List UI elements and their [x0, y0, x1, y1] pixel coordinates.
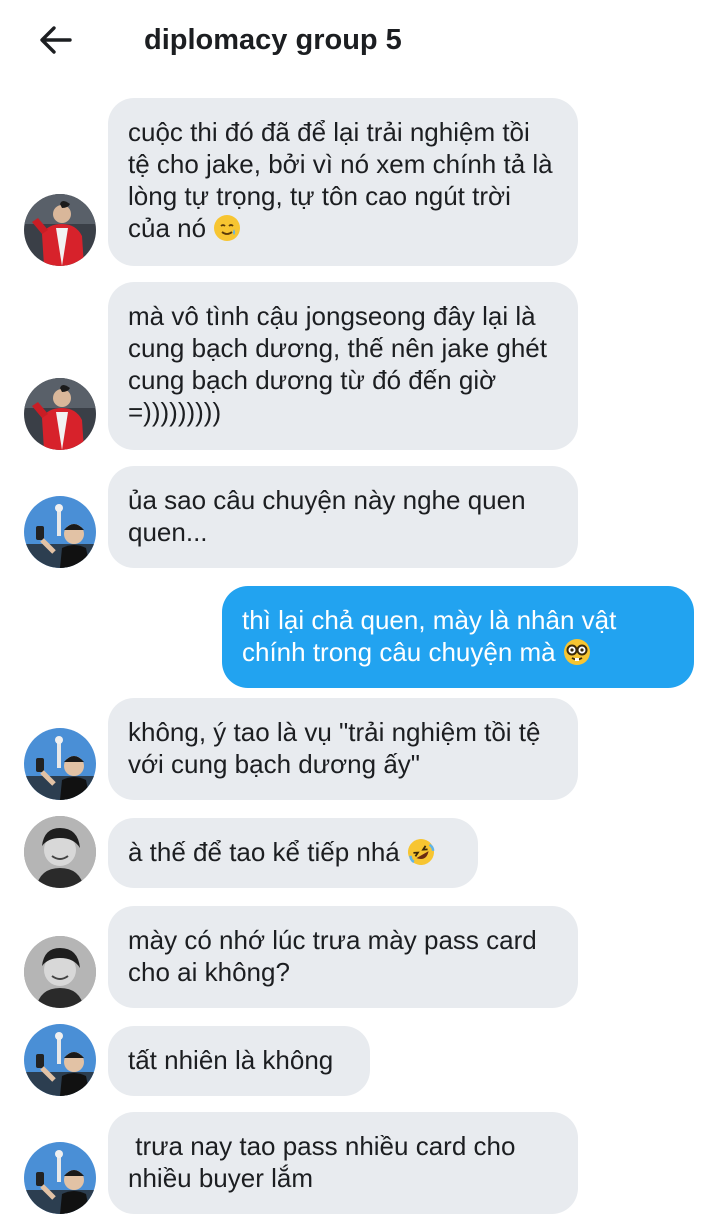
red-jacket-avatar[interactable]	[24, 378, 96, 450]
message-text: mày có nhớ lúc trưa mày pass card cho ai…	[128, 925, 544, 987]
tower-selfie-avatar[interactable]	[24, 496, 96, 568]
message-bubble[interactable]: không, ý tao là vụ "trải nghiệm tồi tệ v…	[108, 698, 578, 800]
red-jacket-avatar[interactable]	[24, 194, 96, 266]
tower-selfie-avatar[interactable]	[24, 1142, 96, 1214]
message-text: cuộc thi đó đã để lại trải nghiệm tồi tệ…	[128, 117, 560, 243]
message-bubble-sent[interactable]: thì lại chả quen, mày là nhân vật chính …	[222, 586, 694, 688]
chat-title: diplomacy group 5	[144, 24, 402, 56]
message-text: không, ý tao là vụ "trải nghiệm tồi tệ v…	[128, 717, 548, 779]
message-text: mà vô tình cậu jongseong đây lại là cung…	[128, 301, 555, 427]
message-bubble[interactable]: mà vô tình cậu jongseong đây lại là cung…	[108, 282, 578, 450]
message-text: ủa sao câu chuyện này nghe quen quen...	[128, 485, 533, 547]
message-bubble[interactable]: à thế để tao kể tiếp nhá	[108, 818, 478, 888]
message-text: trưa nay tao pass nhiều card cho nhiều b…	[128, 1131, 523, 1193]
tower-selfie-avatar[interactable]	[24, 1024, 96, 1096]
bw-portrait-avatar[interactable]	[24, 816, 96, 888]
nerd-face-icon	[563, 638, 591, 666]
bw-portrait-avatar[interactable]	[24, 936, 96, 1008]
message-bubble[interactable]: cuộc thi đó đã để lại trải nghiệm tồi tệ…	[108, 98, 578, 266]
chat-header: diplomacy group 5	[0, 0, 716, 82]
message-bubble[interactable]: tất nhiên là không	[108, 1026, 370, 1096]
rolling-laughing-icon	[407, 838, 435, 866]
message-bubble[interactable]: trưa nay tao pass nhiều card cho nhiều b…	[108, 1112, 578, 1214]
message-text: à thế để tao kể tiếp nhá	[128, 837, 400, 867]
smiling-face-with-tear-icon	[213, 214, 241, 242]
message-bubble[interactable]: mày có nhớ lúc trưa mày pass card cho ai…	[108, 906, 578, 1008]
message-bubble[interactable]: ủa sao câu chuyện này nghe quen quen...	[108, 466, 578, 568]
tower-selfie-avatar[interactable]	[24, 728, 96, 800]
back-arrow-icon[interactable]	[34, 18, 78, 62]
message-text: tất nhiên là không	[128, 1045, 334, 1075]
